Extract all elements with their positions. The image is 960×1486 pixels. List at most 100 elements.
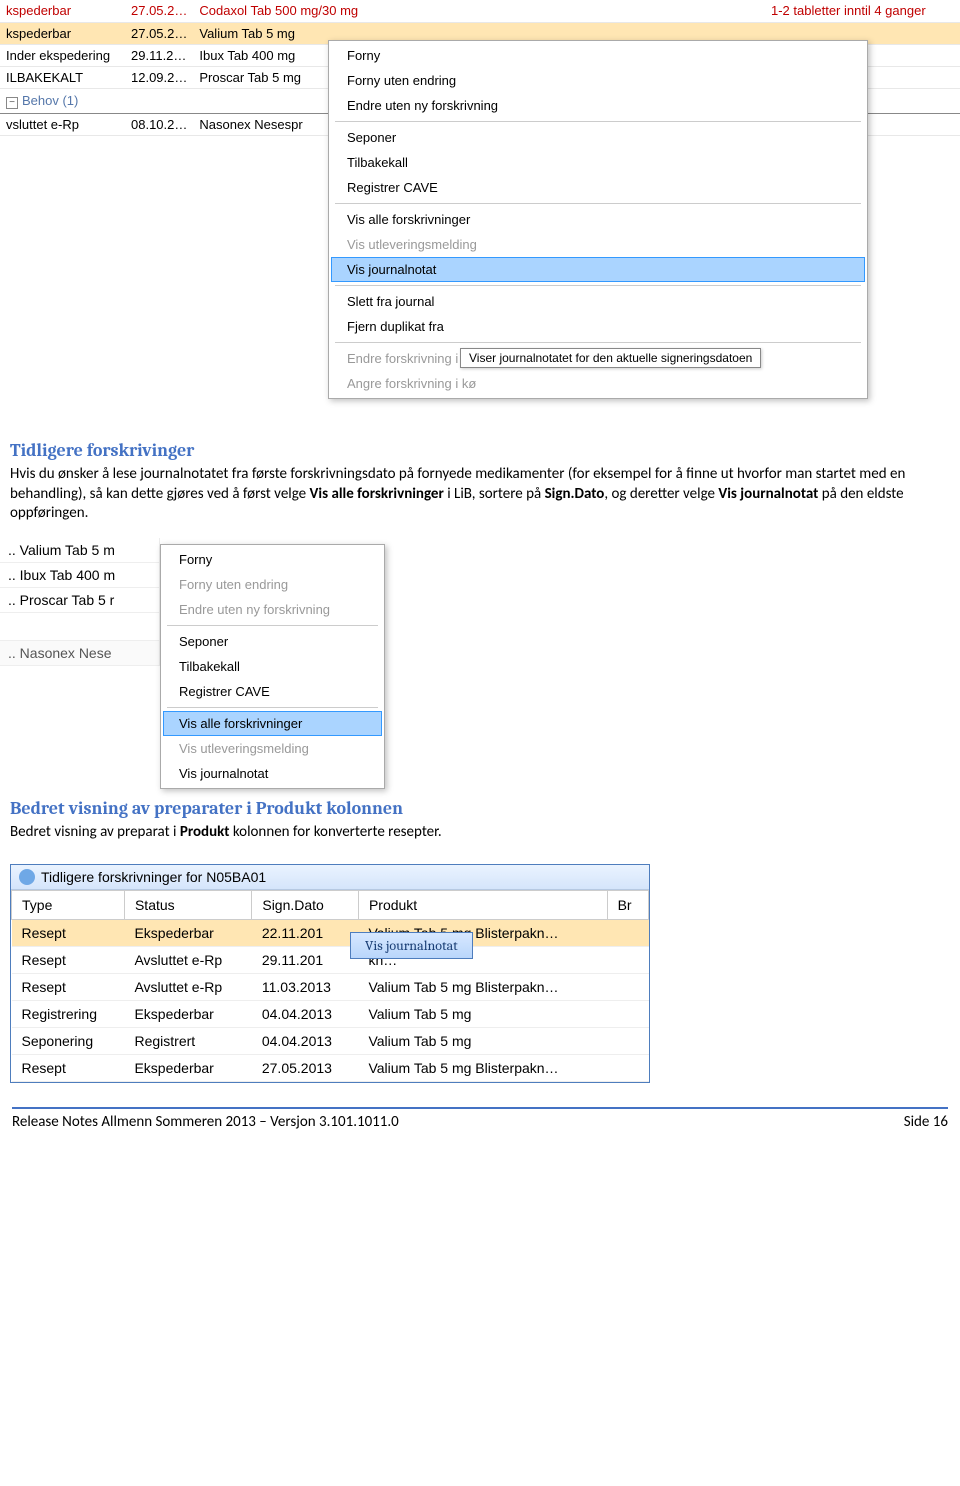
menu-item[interactable]: Forny [331,43,865,68]
heading-tidligere-forskrivinger: Tidligere forskrivinger [10,440,950,461]
bold-text: Sign.Dato [545,485,605,503]
list-item[interactable]: .. Ibux Tab 400 m [0,563,159,588]
table-cell: Resept [12,947,125,974]
table-cell [607,947,648,974]
list-item[interactable] [0,613,159,641]
menu-item[interactable]: Vis journalnotat [163,761,382,786]
list-item[interactable]: .. Nasonex Nese [0,641,159,666]
menu-item[interactable]: Registrer CAVE [163,679,382,704]
menu-item: Vis utleveringsmelding [331,232,865,257]
screenshot-prescription-list: kspederbar27.05.2…Codaxol Tab 500 mg/30 … [0,0,960,440]
bold-text: Vis alle forskrivninger [310,485,444,503]
menu-item[interactable]: Seponer [163,629,382,654]
context-menu: FornyForny uten endringEndre uten ny for… [328,40,868,399]
menu-item[interactable]: Seponer [331,125,865,150]
menu-item[interactable]: Forny [163,547,382,572]
context-menu: FornyForny uten endringEndre uten ny for… [160,544,385,789]
menu-item[interactable]: Slett fra journal [331,289,865,314]
menu-item[interactable]: Vis alle forskrivninger [163,711,382,736]
collapse-icon[interactable]: − [6,97,18,109]
table-row[interactable]: RegistreringEkspederbar04.04.2013Valium … [12,1001,649,1028]
menu-item: Endre uten ny forskrivning [163,597,382,622]
forskrivninger-table: TypeStatusSign.DatoProduktBr ReseptEkspe… [11,890,649,1082]
menu-item[interactable]: Tilbakekall [331,150,865,175]
menu-item[interactable]: Endre uten ny forskrivning [331,93,865,118]
menu-separator [335,121,861,122]
menu-item[interactable]: Tilbakekall [163,654,382,679]
table-cell [607,1055,648,1082]
column-header[interactable]: Status [124,891,251,920]
table-row[interactable]: ReseptAvsluttet e-Rp29.11.201 kn… [12,947,649,974]
table-cell: Avsluttet e-Rp [124,947,251,974]
footer-rule [12,1107,948,1109]
table-row[interactable]: ReseptEkspederbar27.05.2013Valium Tab 5 … [12,1055,649,1082]
table-cell: 29.11.201 [252,947,359,974]
text: i LiB, sortere på [444,485,545,503]
footer-right: Side 16 [904,1113,948,1131]
table-cell [607,920,648,947]
menu-item[interactable]: Vis alle forskrivninger [331,207,865,232]
table-cell: 04.04.2013 [252,1028,359,1055]
table-cell: Valium Tab 5 mg Blisterpakn… [358,974,607,1001]
table-cell: Resept [12,974,125,1001]
bold-text: Vis journalnotat [718,485,818,503]
table-cell: Ekspederbar [124,1055,251,1082]
menu-item: Forny uten endring [163,572,382,597]
table-cell: ILBAKEKALT [0,66,125,88]
table-cell: Valium Tab 5 mg Blisterpakn… [358,1055,607,1082]
bold-text: Produkt [180,823,230,841]
table-cell: kspederbar [0,22,125,44]
table-row[interactable]: ReseptEkspederbar22.11.201Valium Tab 5 m… [12,920,649,947]
table-cell: Valium Tab 5 mg [358,1001,607,1028]
screenshot-list-contextmenu: .. Valium Tab 5 m.. Ibux Tab 400 m.. Pro… [0,538,960,798]
menu-separator [335,342,861,343]
table-cell: vsluttet e-Rp [0,113,125,135]
table-cell [607,1028,648,1055]
table-cell [607,1001,648,1028]
table-cell: Codaxol Tab 500 mg/30 mg [193,0,765,22]
screenshot-tidligere-forskrivninger-window: Tidligere forskrivninger for N05BA01 Typ… [10,864,650,1083]
column-header[interactable]: Sign.Dato [252,891,359,920]
column-header[interactable]: Type [12,891,125,920]
list-item[interactable]: .. Proscar Tab 5 r [0,588,159,613]
column-header[interactable]: Produkt [358,891,607,920]
text: , og deretter velge [604,485,718,503]
table-cell: Seponering [12,1028,125,1055]
tooltip: Viser journalnotatet for den aktuelle si… [460,348,761,368]
table-cell: Ekspederbar [124,1001,251,1028]
menu-item[interactable]: Vis journalnotat [331,257,865,282]
window-title: Tidligere forskrivninger for N05BA01 [41,869,266,885]
menu-separator [167,707,378,708]
table-row[interactable]: kspederbar27.05.2…Codaxol Tab 500 mg/30 … [0,0,960,22]
vis-journalnotat-button[interactable]: Vis journalnotat [350,932,473,959]
menu-separator [335,203,861,204]
menu-item: Angre forskrivning i kø [331,371,865,396]
menu-separator [335,285,861,286]
table-cell: 27.05.2… [125,0,193,22]
table-cell: Resept [12,920,125,947]
footer-left: Release Notes Allmenn Sommeren 2013 – Ve… [12,1113,399,1131]
paragraph: Hvis du ønsker å lese journalnotatet fra… [10,465,950,524]
table-cell: 04.04.2013 [252,1001,359,1028]
table-cell: Avsluttet e-Rp [124,974,251,1001]
table-row[interactable]: SeponeringRegistrert04.04.2013Valium Tab… [12,1028,649,1055]
table-cell: Registrering [12,1001,125,1028]
table-cell: 27.05.2… [125,22,193,44]
menu-item[interactable]: Forny uten endring [331,68,865,93]
window-titlebar: Tidligere forskrivninger for N05BA01 [11,865,649,890]
page-footer: Release Notes Allmenn Sommeren 2013 – Ve… [0,1113,960,1143]
table-cell: 11.03.2013 [252,974,359,1001]
table-row[interactable]: ReseptAvsluttet e-Rp11.03.2013Valium Tab… [12,974,649,1001]
menu-item[interactable]: Fjern duplikat fra [331,314,865,339]
menu-separator [167,625,378,626]
list-item[interactable]: .. Valium Tab 5 m [0,538,159,563]
table-cell: Inder ekspedering [0,44,125,66]
menu-item[interactable]: Registrer CAVE [331,175,865,200]
menu-item: Vis utleveringsmelding [163,736,382,761]
paragraph: Bedret visning av preparat i Produkt kol… [10,823,950,843]
text: Bedret visning av preparat i [10,823,180,841]
table-cell: 08.10.2… [125,113,193,135]
window-icon [19,869,35,885]
table-cell: 12.09.2… [125,66,193,88]
column-header[interactable]: Br [607,891,648,920]
